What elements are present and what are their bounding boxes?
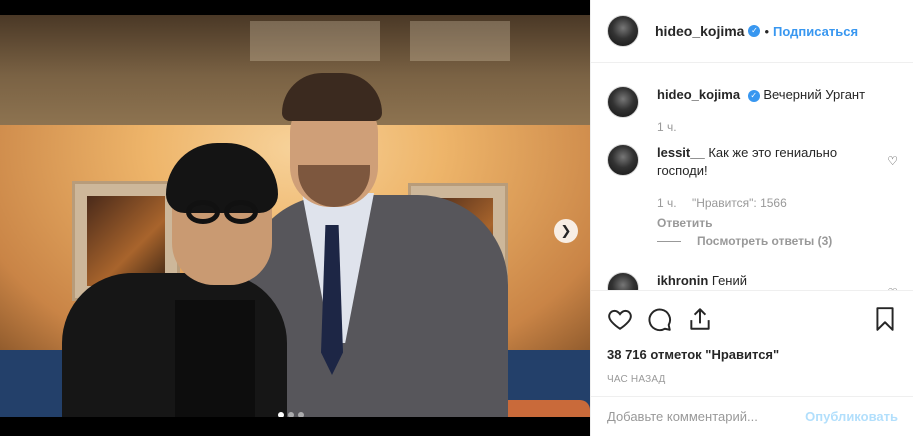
verified-badge-icon: ✓: [748, 25, 761, 37]
post-photo[interactable]: ❯: [0, 15, 590, 417]
reply-button[interactable]: Ответить: [657, 214, 872, 232]
post-comment-button[interactable]: Опубликовать: [805, 409, 898, 424]
verified-badge-icon: ✓: [747, 90, 760, 102]
avatar[interactable]: [607, 144, 639, 176]
comment-text: Гений: [711, 273, 748, 288]
post-timestamp[interactable]: ЧАС НАЗАД: [607, 374, 898, 385]
header-username[interactable]: hideo_kojima: [655, 23, 744, 39]
post-actions: 38 716 отметок "Нравится" ЧАС НАЗАД: [591, 290, 913, 410]
comment-input[interactable]: [607, 409, 806, 424]
add-comment-bar: Опубликовать: [591, 396, 913, 436]
chevron-right-icon: ❯: [560, 223, 572, 238]
comment-time[interactable]: 1 ч.: [657, 196, 677, 210]
divider: [657, 241, 681, 243]
carousel-dot: [288, 412, 294, 417]
carousel-next-button[interactable]: ❯: [554, 219, 578, 243]
comment-item: ikhronin Гений ♡: [607, 272, 902, 290]
caption: hideo_kojima ✓ Вечерний Ургант 1 ч.: [607, 86, 902, 136]
view-replies-label: Посмотреть ответы (3): [697, 234, 833, 248]
carousel-dot: [298, 412, 304, 417]
comment-likes[interactable]: "Нравится": 1566: [692, 196, 787, 210]
post-header: hideo_kojima ✓ • Подписаться: [591, 0, 913, 63]
caption-time[interactable]: 1 ч.: [657, 120, 677, 134]
comment-item: lessit__ Как же это гениально господи! 1…: [607, 144, 902, 232]
follow-button[interactable]: Подписаться: [773, 24, 858, 39]
likes-count[interactable]: 38 716 отметок "Нравится": [607, 347, 898, 362]
comment-username[interactable]: ikhronin: [657, 273, 708, 288]
carousel-dot-active: [278, 412, 284, 417]
avatar[interactable]: [607, 15, 639, 47]
heart-icon[interactable]: [607, 306, 633, 332]
comments-list[interactable]: hideo_kojima ✓ Вечерний Ургант 1 ч. less…: [591, 64, 913, 290]
comment-username[interactable]: lessit__: [657, 145, 705, 160]
photo-scene: [0, 15, 590, 417]
post-side-panel: hideo_kojima ✓ • Подписаться hideo_kojim…: [590, 0, 913, 436]
separator-dot: •: [764, 23, 770, 39]
bookmark-icon[interactable]: [872, 306, 898, 332]
comment-icon[interactable]: [647, 306, 673, 332]
instagram-post: ❯ hideo_kojima ✓ • Подписаться hideo_koj…: [0, 0, 913, 436]
caption-username[interactable]: hideo_kojima: [657, 87, 740, 102]
avatar[interactable]: [607, 86, 639, 118]
caption-text: Вечерний Ургант: [763, 87, 866, 102]
carousel-indicator: [278, 412, 304, 417]
view-replies-button[interactable]: Посмотреть ответы (3): [657, 234, 832, 248]
share-icon[interactable]: [687, 306, 713, 332]
heart-icon[interactable]: ♡: [887, 154, 898, 168]
avatar[interactable]: [607, 272, 639, 290]
